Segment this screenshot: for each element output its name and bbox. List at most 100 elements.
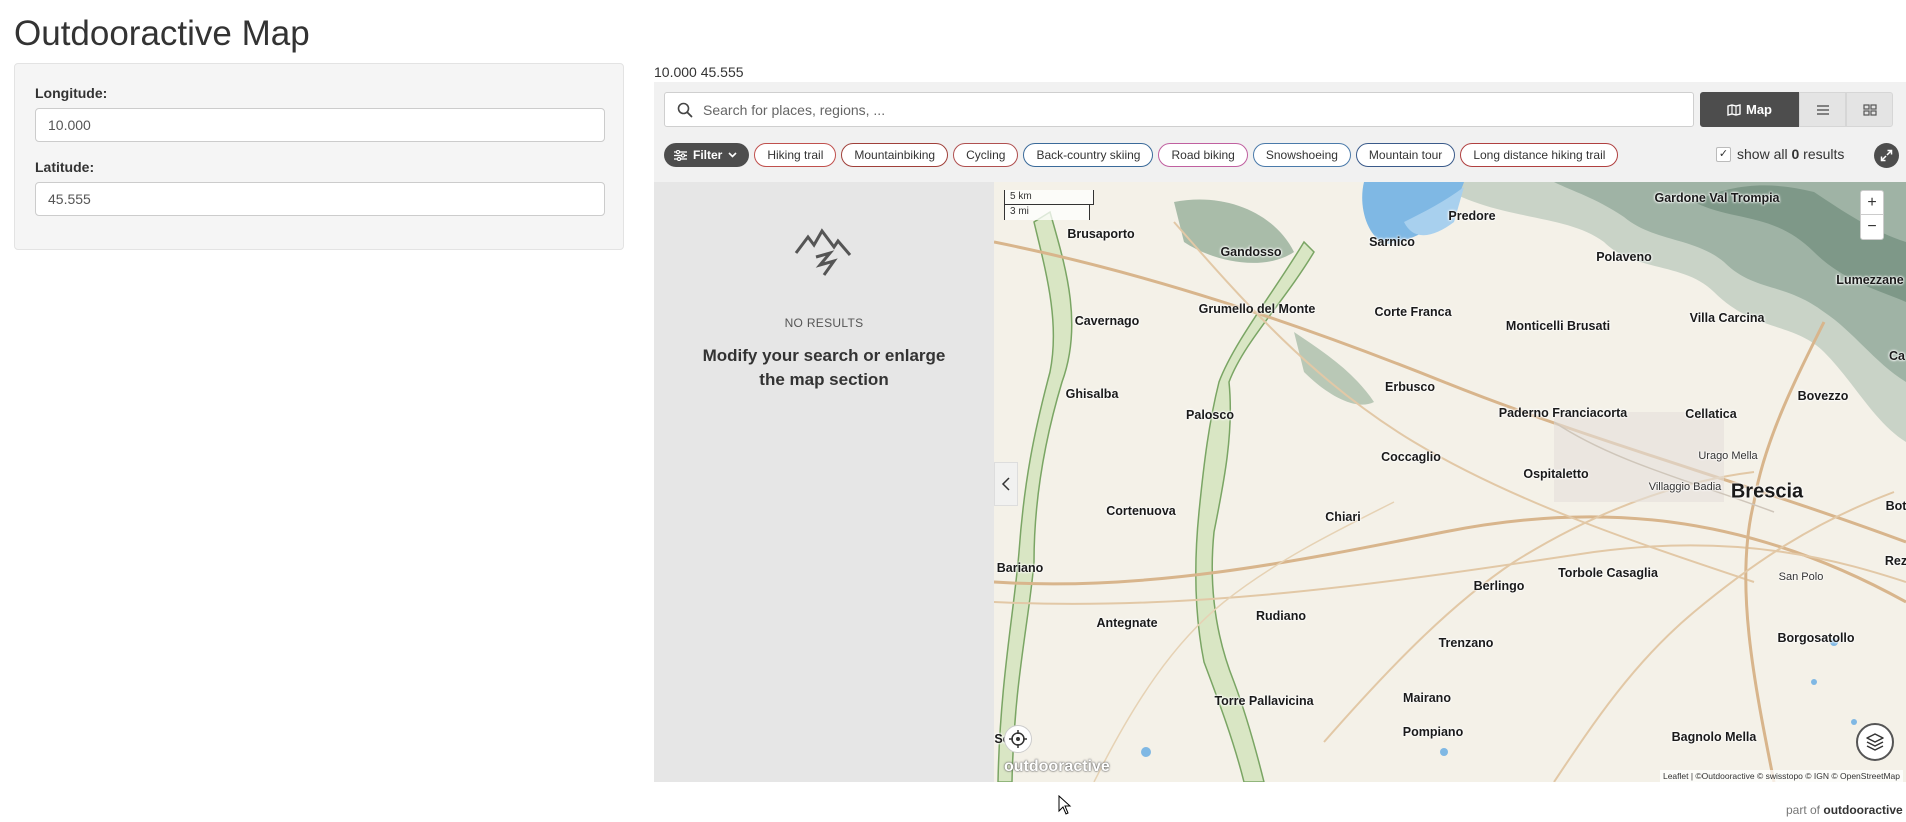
- map-attribution[interactable]: Leaflet | ©Outdooractive © swisstopo © I…: [1659, 770, 1903, 782]
- map-place: Mairano: [1403, 691, 1451, 705]
- category-chip-cycling[interactable]: Cycling: [953, 143, 1019, 167]
- zoom-control: + −: [1860, 190, 1884, 240]
- map-place: Cavernago: [1074, 314, 1140, 328]
- show-all-checkbox[interactable]: ✓: [1716, 146, 1731, 162]
- scale-mi: 3 mi: [1004, 205, 1090, 220]
- map-place: San Polo: [1778, 571, 1824, 583]
- map-place: Polaveno: [1596, 250, 1652, 264]
- tab-list[interactable]: [1799, 92, 1846, 127]
- map-place: Bagnolo Mella: [1671, 730, 1757, 744]
- map-place: Rudiano: [1256, 609, 1306, 623]
- longitude-input[interactable]: [35, 108, 605, 142]
- map-place: Bovezzo: [1797, 389, 1849, 403]
- latitude-input[interactable]: [35, 182, 605, 216]
- map-place: Villaggio Badia: [1648, 481, 1722, 493]
- map-place: Ca: [1889, 349, 1905, 363]
- map-place: Ospitaletto: [1523, 467, 1589, 481]
- map-icon: [1727, 103, 1741, 116]
- scale-km: 5 km: [1004, 190, 1094, 205]
- map-place: Paderno Franciacorta: [1498, 406, 1628, 420]
- part-of-prefix: part of: [1786, 803, 1824, 817]
- map-place: Bariano: [996, 561, 1044, 575]
- page-title: Outdooractive Map: [14, 14, 310, 53]
- category-chip-long-distance-hiking-trail[interactable]: Long distance hiking trail: [1460, 143, 1619, 167]
- layers-button[interactable]: [1856, 723, 1894, 761]
- collapse-results-button[interactable]: [994, 462, 1018, 506]
- map-place: Trenzano: [1438, 636, 1494, 650]
- coordinate-form-panel: Longitude: Latitude:: [14, 63, 624, 250]
- mountain-icon: [794, 228, 852, 276]
- search-input[interactable]: [701, 97, 1681, 122]
- map-place: Sarnico: [1369, 235, 1415, 249]
- map-place: Cellatica: [1685, 407, 1737, 421]
- mouse-cursor-icon: [1058, 795, 1072, 815]
- list-icon: [1816, 104, 1829, 115]
- show-all-toggle[interactable]: ✓ show all 0 results: [1716, 146, 1844, 162]
- map-place: Borgosatollo: [1777, 631, 1855, 645]
- map-place: Chiari: [1325, 510, 1361, 524]
- filter-button[interactable]: Filter: [664, 143, 750, 167]
- map-place: Gardone Val Trompia: [1654, 191, 1780, 205]
- map-place: Urago Mella: [1698, 450, 1758, 462]
- results-panel: NO RESULTS Modify your search or enlarge…: [654, 182, 994, 782]
- map-place: Torre Pallavicina: [1214, 694, 1314, 708]
- part-of-footer[interactable]: part of outdooractive: [1786, 803, 1903, 817]
- fullscreen-button[interactable]: [1874, 143, 1899, 168]
- map-place: Erbusco: [1384, 380, 1436, 394]
- tab-map[interactable]: Map: [1700, 92, 1799, 127]
- search-icon: [677, 102, 693, 118]
- coordinate-output: 10.000 45.555: [654, 64, 744, 80]
- map-place: Villa Carcina: [1689, 311, 1765, 325]
- show-all-text: show all 0 results: [1737, 146, 1844, 162]
- category-chip-mountainbiking[interactable]: Mountainbiking: [841, 143, 949, 167]
- map-place: Monticelli Brusati: [1505, 319, 1611, 333]
- expand-icon: [1880, 149, 1893, 162]
- show-all-prefix: show all: [1737, 146, 1792, 162]
- tab-map-label: Map: [1746, 102, 1772, 117]
- map-view[interactable]: Gardone Val Trompia Predore Brusaporto G…: [994, 182, 1906, 782]
- category-chip-snowshoeing[interactable]: Snowshoeing: [1252, 143, 1351, 167]
- zoom-in-button[interactable]: +: [1861, 191, 1883, 215]
- grid-icon: [1862, 103, 1877, 116]
- map-place: Palosco: [1186, 408, 1234, 422]
- no-results-message: Modify your search or enlarge the map se…: [702, 346, 946, 389]
- layers-icon: [1866, 733, 1884, 751]
- outdooractive-widget: Map: [654, 82, 1906, 782]
- crosshair-icon: [1009, 730, 1027, 748]
- category-chip-mountain-tour[interactable]: Mountain tour: [1355, 143, 1456, 167]
- sliders-icon: [674, 149, 687, 161]
- search-bar[interactable]: [664, 92, 1694, 127]
- map-place: Gandosso: [1220, 245, 1282, 259]
- map-place: Berlingo: [1473, 579, 1525, 593]
- category-chip-hiking-trail[interactable]: Hiking trail: [754, 143, 837, 167]
- map-place: Bot: [1885, 499, 1906, 513]
- zoom-out-button[interactable]: −: [1861, 215, 1883, 239]
- tab-grid[interactable]: [1846, 92, 1893, 127]
- no-results-label: NO RESULTS: [784, 316, 864, 330]
- map-place: Rez: [1884, 554, 1906, 568]
- filter-label: Filter: [693, 148, 723, 162]
- map-place: Antegnate: [1096, 616, 1158, 630]
- show-all-suffix: results: [1799, 146, 1845, 162]
- map-place: Predore: [1448, 209, 1496, 223]
- category-chip-road-biking[interactable]: Road biking: [1158, 143, 1248, 167]
- map-place: Brescia: [1730, 480, 1804, 503]
- latitude-label: Latitude:: [35, 159, 95, 175]
- chevron-left-icon: [1001, 477, 1010, 491]
- map-place: Ghisalba: [1065, 387, 1119, 401]
- map-place: Cortenuova: [1106, 504, 1176, 518]
- chevron-down-icon: [728, 152, 737, 158]
- map-place: Torbole Casaglia: [1558, 566, 1658, 580]
- filter-bar: Filter Hiking trail Mountainbiking Cycli…: [664, 143, 1619, 167]
- map-scale: 5 km 3 mi: [1004, 190, 1094, 220]
- map-place: Corte Franca: [1374, 305, 1452, 319]
- map-logo: outdooractive: [1004, 758, 1110, 775]
- map-place: Grumello del Monte: [1198, 302, 1316, 316]
- category-chip-back-country-skiing[interactable]: Back-country skiing: [1023, 143, 1154, 167]
- locate-me-button[interactable]: [1004, 725, 1032, 753]
- map-place: Brusaporto: [1067, 227, 1135, 241]
- map-place: Lumezzane: [1836, 273, 1904, 287]
- map-place: Pompiano: [1402, 725, 1464, 739]
- view-tabs: Map: [1700, 92, 1893, 127]
- map-place: Coccaglio: [1381, 450, 1441, 464]
